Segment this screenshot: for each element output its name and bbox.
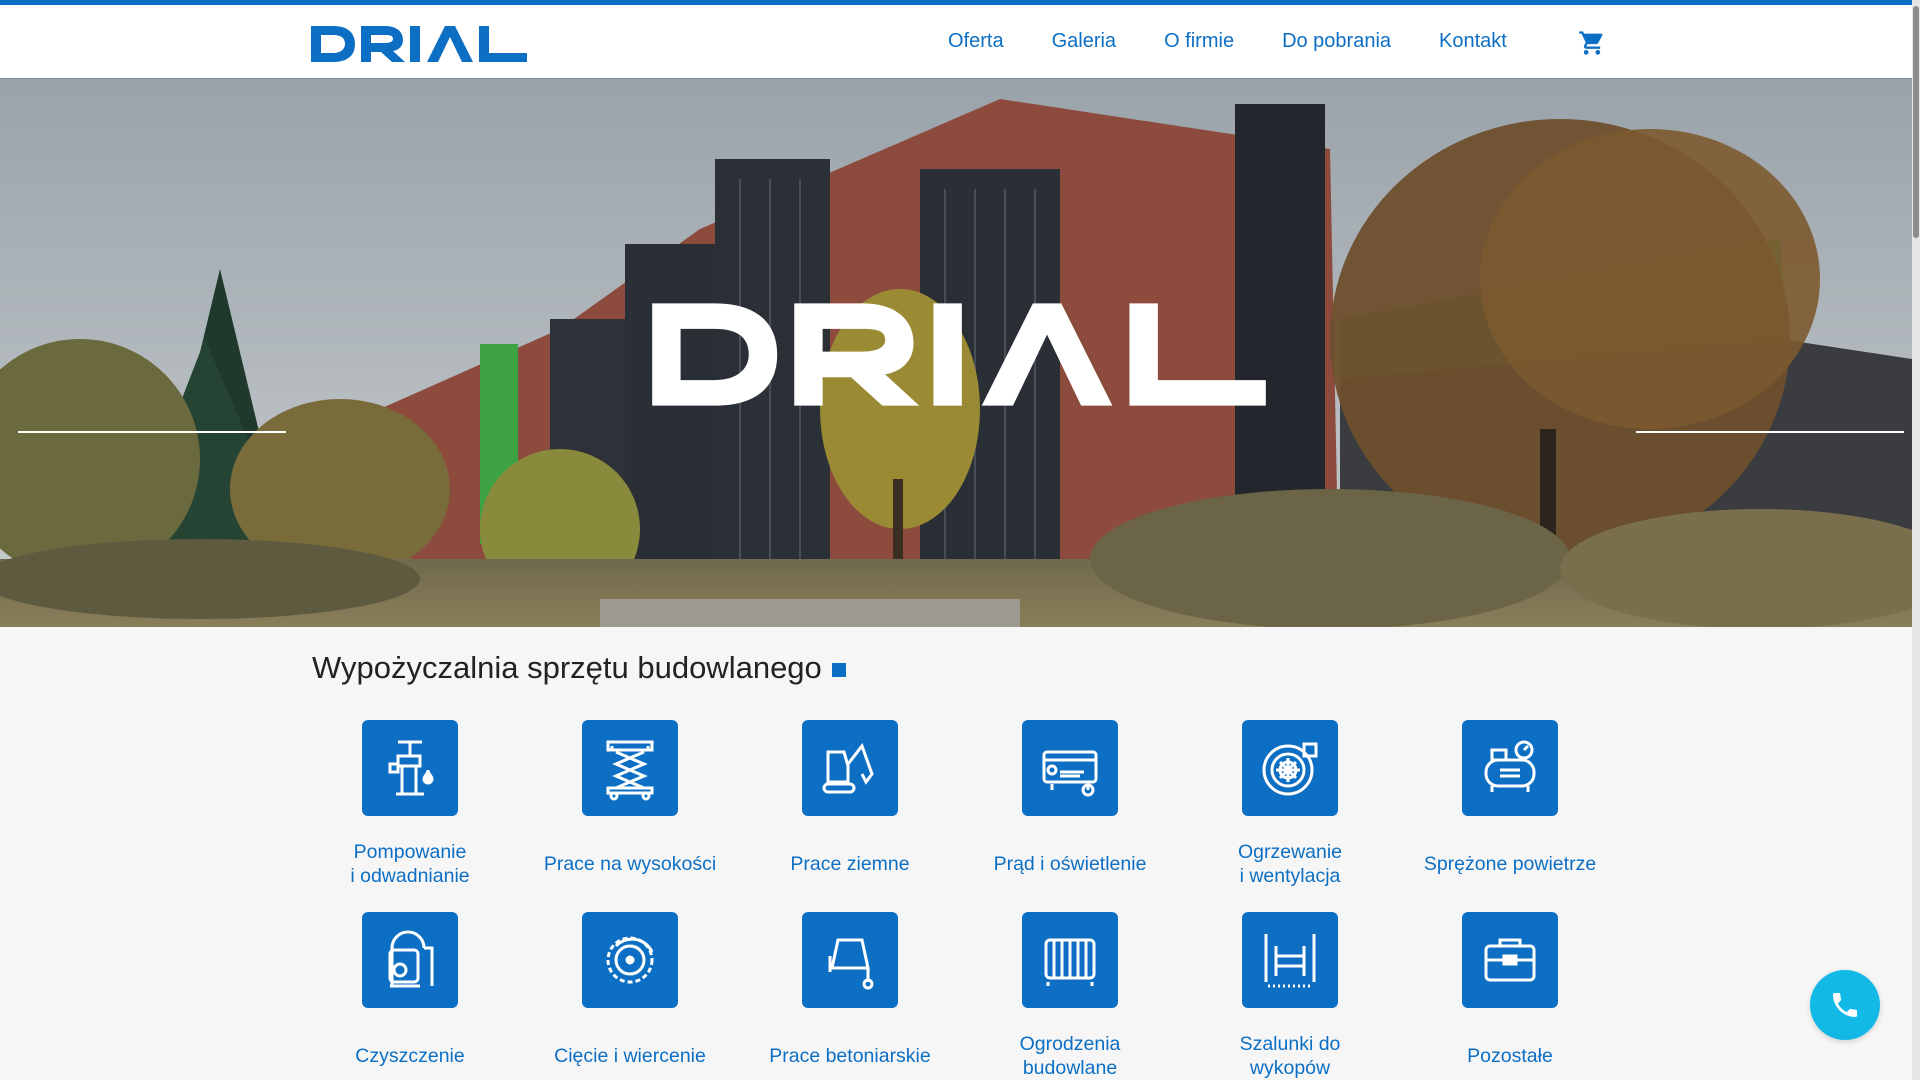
section-title-text: Wypożyczalnia sprzętu budowlanego (312, 650, 822, 685)
drial-logo[interactable] (311, 22, 527, 66)
cart-icon[interactable] (1578, 29, 1606, 57)
phone-call-button[interactable] (1810, 970, 1880, 1040)
category-label-line2: i wentylacja (1239, 865, 1341, 887)
phone-icon (1833, 993, 1857, 1017)
nav-link-kontakt[interactable]: Kontakt (1439, 30, 1507, 53)
heater-fan-icon (1242, 720, 1338, 816)
trench-shoring-icon (1242, 912, 1338, 1008)
nav-link-galeria[interactable]: Galeria (1052, 30, 1116, 53)
slider-prev-indicator[interactable] (18, 431, 286, 433)
mini-excavator-icon (802, 720, 898, 816)
scrollbar-thumb[interactable] (1913, 6, 1919, 238)
nav-link-oferta[interactable]: Oferta (948, 30, 1004, 53)
category-label-line2: i odwadnianie (350, 865, 470, 887)
category-label-line1: Ogrzewanie (1237, 841, 1343, 863)
saw-blade-icon (582, 912, 678, 1008)
category-label-line2: wykopów (1249, 1057, 1331, 1079)
hero-logo-overlay (652, 303, 1266, 406)
generator-icon (1022, 720, 1118, 816)
section-title: Wypożyczalnia sprzętu budowlanego (312, 650, 846, 686)
category-label-line1: Szalunki do (1239, 1033, 1341, 1055)
category-label-line2: budowlane (1022, 1057, 1118, 1079)
air-compressor-icon (1462, 720, 1558, 816)
category-label-line1: Ogrodzenia (1019, 1033, 1121, 1055)
category-label-line1: Pozostałe (1467, 1045, 1553, 1067)
toolbox-icon (1462, 912, 1558, 1008)
category-label-line1: Pompowanie (353, 841, 467, 863)
slider-next-indicator[interactable] (1636, 431, 1904, 433)
category-label-line1: Cięcie i wiercenie (554, 1045, 706, 1067)
page-scrollbar[interactable] (1912, 0, 1920, 1080)
cleaner-icon (362, 912, 458, 1008)
category-label-line1: Prace betoniarskie (769, 1045, 931, 1067)
nav-link-do-pobrania[interactable]: Do pobrania (1282, 30, 1391, 53)
site-header: Oferta Galeria O firmie Do pobrania Kont… (0, 5, 1912, 79)
category-label-line1: Prace ziemne (790, 853, 910, 875)
fence-icon (1022, 912, 1118, 1008)
scissor-lift-icon (582, 720, 678, 816)
hero-banner (0, 79, 1912, 627)
title-square-decoration (831, 662, 846, 677)
concrete-mixer-icon (802, 912, 898, 1008)
main-nav: Oferta Galeria O firmie Do pobrania Kont… (948, 5, 1555, 78)
water-pump-icon (362, 720, 458, 816)
category-label-line1: Prace na wysokości (543, 853, 717, 875)
nav-link-o-firmie[interactable]: O firmie (1164, 30, 1234, 53)
category-label-line1: Czyszczenie (355, 1045, 465, 1067)
category-label-line1: Prąd i oświetlenie (993, 853, 1147, 875)
category-label-line1: Sprężone powietrze (1423, 853, 1597, 875)
